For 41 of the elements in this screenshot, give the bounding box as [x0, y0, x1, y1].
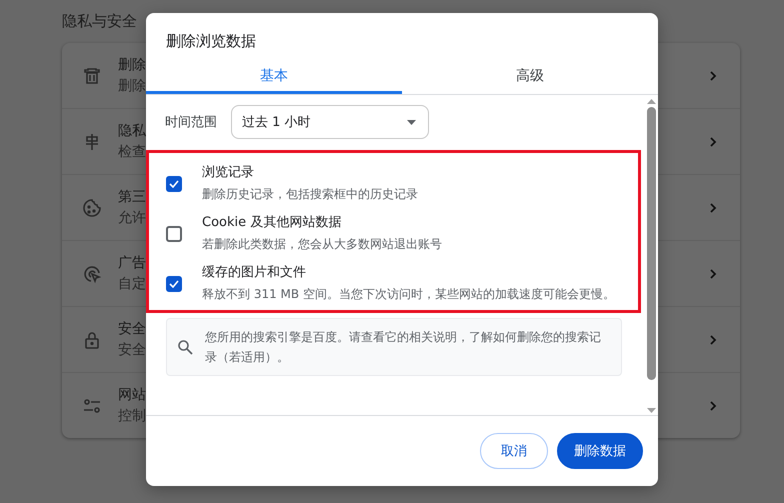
section-title: 隐私与安全: [62, 11, 138, 32]
checkmark-icon: [169, 280, 179, 288]
delete-button[interactable]: 删除数据: [557, 433, 643, 469]
setting-title: 广告: [118, 254, 146, 272]
setting-title: 第三: [118, 188, 146, 206]
caret-icon: [407, 120, 416, 124]
dialog-title: 删除浏览数据: [165, 31, 257, 52]
setting-subtitle: 安全: [118, 341, 146, 359]
tab[interactable]: 基本: [146, 61, 402, 94]
setting-subtitle: 删除: [118, 77, 146, 95]
info-text: 您所用的搜索引擎是百度。请查看它的相关说明，了解如何删除您的搜索记录（若适用）。: [205, 329, 602, 366]
setting-subtitle: 允许: [118, 209, 146, 227]
cookie-icon: [82, 198, 102, 218]
scroll-up-arrow-icon[interactable]: [646, 99, 656, 104]
scroll-down-arrow-icon[interactable]: [646, 408, 656, 413]
setting-title: 删除: [118, 56, 146, 74]
trash-icon: [82, 66, 102, 86]
time-range-label: 时间范围: [165, 114, 217, 131]
setting-title: 网站: [118, 386, 146, 404]
option-title: 缓存的图片和文件: [202, 264, 307, 282]
setting-title: 隐私: [118, 122, 146, 140]
tab[interactable]: 高级: [402, 61, 658, 94]
checkbox[interactable]: [166, 226, 182, 242]
setting-subtitle: 检查: [118, 143, 146, 161]
checkbox[interactable]: [166, 176, 182, 192]
setting-subtitle: 自定: [118, 275, 146, 293]
checkbox[interactable]: [166, 276, 182, 292]
option-description: 删除历史记录，包括搜索框中的历史记录: [202, 186, 419, 203]
scrollbar-thumb[interactable]: [646, 107, 656, 380]
search-icon: [177, 339, 193, 355]
lock-icon: [82, 330, 102, 350]
option-title: 浏览记录: [202, 164, 255, 182]
option-description: 释放不到 311 MB 空间。当您下次访问时，某些网站的加载速度可能会更慢。: [202, 286, 616, 303]
setting-subtitle: 控制: [118, 407, 146, 425]
option-description: 若删除此类数据，您会从大多数网站退出账号: [202, 236, 443, 253]
cancel-button[interactable]: 取消: [480, 433, 548, 469]
option-title: Cookie 及其他网站数据: [202, 214, 342, 232]
target-cursor-icon: [82, 264, 102, 284]
setting-title: 安全: [118, 320, 146, 338]
checkmark-icon: [169, 180, 179, 188]
time-range-dropdown[interactable]: 过去 1 小时: [231, 105, 429, 139]
